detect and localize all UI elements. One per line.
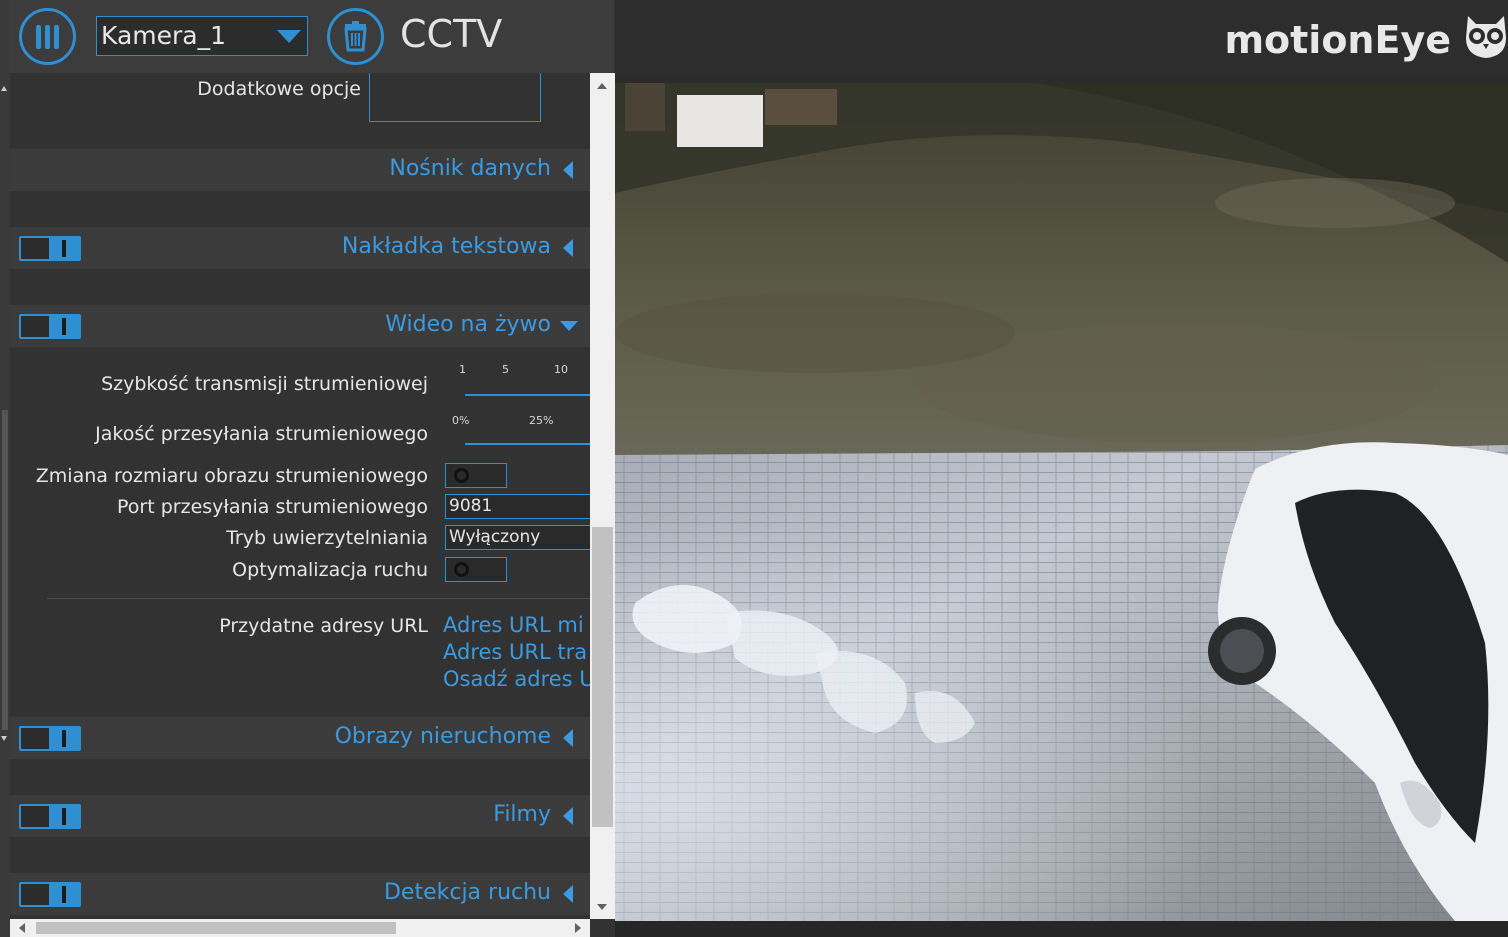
caret-down-icon	[560, 321, 578, 331]
auth-mode-label: Tryb uwierzytelniania	[226, 527, 428, 549]
section-live-video[interactable]: Wideo na żywo	[10, 305, 590, 347]
caret-left-icon	[563, 807, 573, 825]
stream-resize-toggle[interactable]	[445, 463, 507, 488]
motion-optimization-toggle[interactable]	[445, 557, 507, 582]
live-video-toggle[interactable]	[19, 314, 81, 339]
scroll-right-arrow-icon[interactable]	[575, 923, 581, 933]
stream-rate-tick: 10	[554, 363, 568, 376]
divider	[47, 598, 590, 599]
url-link-embed[interactable]: Osadź adres U	[443, 667, 590, 691]
caret-left-icon	[563, 729, 573, 747]
camera-frame-bottom-border	[615, 921, 1508, 937]
section-live-video-title: Wideo na żywo	[385, 312, 551, 337]
scroll-thumb[interactable]	[36, 922, 396, 934]
section-text-overlay[interactable]: Nakładka tekstowa	[10, 227, 590, 269]
left-edge-strip	[0, 0, 10, 937]
motion-detection-toggle[interactable]	[19, 882, 81, 907]
movies-toggle[interactable]	[19, 804, 81, 829]
section-still-images[interactable]: Obrazy nieruchome	[10, 717, 590, 759]
settings-panel: Dodatkowe opcje Nośnik danych Nakładka t…	[10, 73, 590, 919]
auth-mode-select[interactable]: Wyłączony	[445, 525, 590, 550]
stream-rate-label: Szybkość transmisji strumieniowej	[101, 373, 428, 395]
trash-icon	[344, 21, 367, 52]
brand-name: motionEye	[1224, 18, 1451, 62]
settings-horizontal-scrollbar[interactable]	[10, 919, 590, 937]
stream-port-input[interactable]: 9081	[445, 494, 590, 519]
stream-quality-tick: 25%	[529, 414, 554, 427]
camera-title: CCTV	[400, 12, 503, 56]
url-link-mjpeg[interactable]: Adres URL mi	[443, 613, 584, 637]
stream-quality-slider[interactable]	[465, 443, 590, 445]
menu-button[interactable]	[19, 8, 76, 65]
scroll-left-arrow-icon[interactable]	[19, 923, 25, 933]
caret-left-icon	[563, 161, 573, 179]
section-still-images-title: Obrazy nieruchome	[334, 724, 551, 749]
extra-options-textarea[interactable]	[369, 73, 541, 122]
stream-resize-label: Zmiana rozmiaru obrazu strumieniowego	[35, 465, 428, 487]
scroll-up-arrow-icon[interactable]	[597, 83, 607, 89]
top-bar: motionEye	[615, 0, 1508, 75]
useful-urls-label: Przydatne adresy URL	[219, 615, 428, 637]
remove-camera-button[interactable]	[327, 8, 384, 65]
section-motion-detection[interactable]: Detekcja ruchu	[10, 873, 590, 915]
caret-left-icon	[563, 885, 573, 903]
motion-optimization-label: Optymalizacja ruchu	[232, 559, 428, 581]
edge-scroll-thumb[interactable]	[2, 410, 8, 730]
settings-header: Kamera_1 CCTV	[10, 0, 614, 73]
edge-up-arrow-icon	[1, 86, 7, 91]
still-images-toggle[interactable]	[19, 726, 81, 751]
chevron-down-icon	[277, 30, 301, 43]
stream-quality-tick: 0%	[452, 414, 470, 427]
section-movies[interactable]: Filmy	[10, 795, 590, 837]
camera-frame-top-border	[615, 75, 1508, 83]
stream-rate-slider[interactable]	[465, 394, 590, 396]
url-link-stream[interactable]: Adres URL tra	[443, 640, 587, 664]
extra-options-label: Dodatkowe opcje	[197, 78, 361, 100]
stream-rate-tick: 5	[502, 363, 509, 376]
stream-quality-label: Jakość przesyłania strumieniowego	[95, 423, 428, 445]
motioneye-app: Kamera_1 CCTV Dodatkowe opcje Nośnik dan…	[0, 0, 1508, 937]
owl-logo-icon	[1466, 16, 1506, 58]
scroll-down-arrow-icon[interactable]	[597, 904, 607, 910]
stream-port-label: Port przesyłania strumieniowego	[117, 496, 428, 518]
camera-image	[615, 83, 1508, 921]
text-overlay-toggle[interactable]	[19, 236, 81, 261]
camera-select[interactable]: Kamera_1	[96, 16, 308, 56]
scroll-thumb[interactable]	[592, 527, 613, 827]
camera-select-value: Kamera_1	[101, 21, 227, 50]
section-storage-title: Nośnik danych	[389, 156, 551, 181]
section-text-overlay-title: Nakładka tekstowa	[341, 234, 551, 259]
edge-down-arrow-icon	[1, 736, 7, 741]
caret-left-icon	[563, 239, 573, 257]
camera-feed[interactable]	[615, 83, 1508, 921]
stream-rate-tick: 1	[459, 363, 466, 376]
settings-vertical-scrollbar[interactable]	[590, 73, 615, 919]
section-storage[interactable]: Nośnik danych	[10, 149, 590, 191]
section-motion-detection-title: Detekcja ruchu	[383, 880, 551, 905]
section-movies-title: Filmy	[493, 802, 551, 827]
